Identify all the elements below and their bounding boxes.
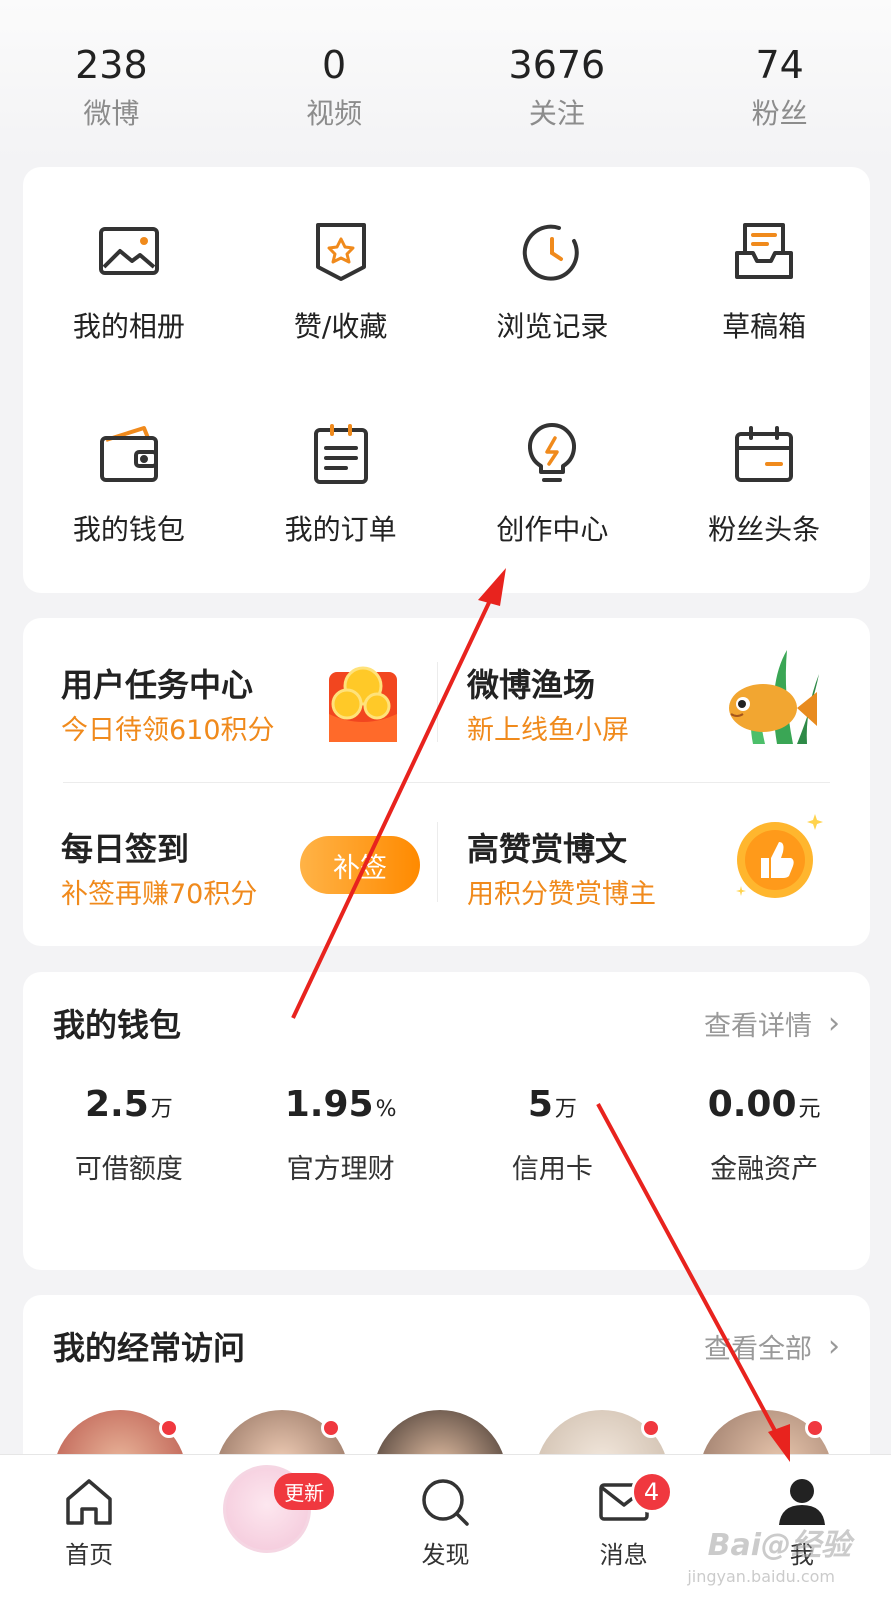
unread-dot: [805, 1418, 825, 1438]
wallet-unit: 万: [150, 1097, 173, 1122]
wallet-item-credit[interactable]: 2.5万 可借额度: [23, 1084, 235, 1186]
chevron-right-icon: ›: [828, 1329, 840, 1364]
frequent-all-label: 查看全部: [704, 1334, 812, 1365]
message-count-badge: 4: [630, 1471, 673, 1513]
task-subtitle: 用积分赞赏博主: [467, 879, 656, 910]
wallet-label: 可借额度: [74, 1154, 183, 1185]
task-title: 微博渔场: [467, 666, 596, 704]
wallet-label: 信用卡: [511, 1154, 593, 1185]
wallet-label: 官方理财: [286, 1154, 395, 1185]
orders-icon: [313, 424, 368, 484]
task-reward[interactable]: 高赞赏博文 用积分赞赏博主: [437, 782, 851, 946]
menu-label: 我的相册: [72, 310, 185, 343]
wallet-unit: 万: [554, 1097, 577, 1122]
watermark: Bai@经验: [707, 1528, 851, 1563]
tab-discover[interactable]: 发现: [356, 1455, 534, 1600]
tab-label: 发现: [421, 1541, 470, 1569]
task-subtitle: 今日待领610积分: [61, 715, 275, 746]
stat-count: 0: [322, 43, 347, 87]
profile-stats: 238 微博 0 视频 3676 关注 74 粉丝: [0, 0, 891, 160]
wallet-item-credit-card[interactable]: 5万 信用卡: [447, 1084, 659, 1186]
menu-item-orders[interactable]: 我的订单: [235, 380, 447, 583]
calendar-icon: [735, 426, 794, 482]
history-icon: [523, 224, 580, 281]
album-icon: [98, 227, 159, 275]
unread-dot: [641, 1418, 661, 1438]
stat-label: 视频: [306, 97, 363, 130]
wallet-value: 1.95: [284, 1084, 374, 1125]
menu-item-album[interactable]: 我的相册: [23, 177, 235, 380]
menu-label: 粉丝头条: [708, 513, 821, 546]
stat-weibo[interactable]: 238 微博: [0, 0, 223, 160]
wallet-value: 5: [527, 1084, 553, 1125]
frequent-visits-card: 我的经常访问 查看全部 ›: [23, 1295, 870, 1480]
watermark-url: jingyan.baidu.com: [687, 1567, 835, 1586]
frequent-title: 我的经常访问: [53, 1329, 246, 1367]
chevron-right-icon: ›: [828, 1006, 840, 1041]
search-icon: [422, 1479, 470, 1526]
task-title: 高赞赏博文: [467, 830, 628, 868]
task-title: 每日签到: [61, 830, 190, 868]
wallet-item-finance[interactable]: 1.95% 官方理财: [235, 1084, 447, 1186]
wallet-unit: 元: [798, 1097, 821, 1122]
divider: [437, 662, 438, 742]
stat-label: 粉丝: [751, 97, 808, 130]
wallet-title: 我的钱包: [53, 1006, 182, 1044]
update-badge: 更新: [274, 1473, 335, 1510]
stat-label: 微博: [83, 97, 140, 130]
makeup-checkin-button[interactable]: 补签: [300, 836, 420, 894]
task-subtitle: 新上线鱼小屏: [467, 715, 629, 746]
home-icon: [66, 1479, 112, 1525]
frequent-all-link[interactable]: 查看全部 ›: [704, 1327, 840, 1366]
wallet-unit: %: [375, 1097, 397, 1122]
menu-item-wallet[interactable]: 我的钱包: [23, 380, 235, 583]
menu-item-history[interactable]: 浏览记录: [447, 177, 659, 380]
favorite-icon: [315, 223, 366, 281]
menu-item-drafts[interactable]: 草稿箱: [658, 177, 870, 380]
unread-dot: [321, 1418, 341, 1438]
menu-label: 赞/收藏: [293, 310, 388, 343]
stat-count: 74: [755, 43, 804, 87]
task-center[interactable]: 用户任务中心 今日待领610积分: [23, 618, 437, 782]
menu-label: 草稿箱: [722, 310, 807, 343]
menu-label: 我的钱包: [72, 513, 185, 546]
tab-home[interactable]: 首页: [0, 1455, 178, 1600]
thumbs-up-coin-icon: [736, 814, 823, 898]
task-fishery[interactable]: 微博渔场 新上线鱼小屏: [437, 618, 851, 782]
menu-label: 创作中心: [496, 513, 609, 546]
stat-following[interactable]: 3676 关注: [446, 0, 669, 160]
task-title: 用户任务中心: [61, 666, 254, 704]
menu-item-favorites[interactable]: 赞/收藏: [235, 177, 447, 380]
stat-fans[interactable]: 74 粉丝: [668, 0, 891, 160]
menu-label: 浏览记录: [496, 310, 609, 343]
lightbulb-icon: [528, 422, 577, 482]
wallet-card: 我的钱包 查看详情 › 2.5万 可借额度 1.95% 官方理财 5万 信用卡 …: [23, 972, 870, 1270]
tab-label: 消息: [599, 1541, 648, 1569]
unread-dot: [159, 1418, 179, 1438]
menu-label: 我的订单: [284, 513, 397, 546]
stat-count: 3676: [508, 43, 606, 87]
wallet-details-label: 查看详情: [704, 1011, 812, 1042]
drafts-icon: [735, 223, 794, 279]
wallet-item-assets[interactable]: 0.00元 金融资产: [658, 1084, 870, 1186]
tasks-card: 用户任务中心 今日待领610积分 微博渔场 新上线鱼小屏 每日签到 补签再赚70…: [23, 618, 870, 946]
stat-video[interactable]: 0 视频: [223, 0, 446, 160]
wallet-value: 2.5: [84, 1084, 149, 1125]
fish-icon: [729, 650, 819, 744]
wallet-value: 0.00: [707, 1084, 797, 1125]
tab-label: 首页: [65, 1541, 114, 1569]
task-subtitle: 补签再赚70积分: [61, 879, 258, 910]
tab-story[interactable]: 更新: [178, 1455, 356, 1600]
wallet-icon: [99, 426, 158, 482]
menu-card: 我的相册 赞/收藏 浏览记录 草稿箱 我的钱包 我的订单 创作中心 粉丝头条: [23, 167, 870, 593]
stat-count: 238: [75, 43, 148, 87]
menu-item-fan-headline[interactable]: 粉丝头条: [658, 380, 870, 583]
wallet-details-link[interactable]: 查看详情 ›: [704, 1004, 840, 1043]
wallet-label: 金融资产: [710, 1154, 819, 1185]
coins-icon: [329, 666, 397, 742]
stat-label: 关注: [528, 97, 585, 130]
menu-item-creator-center[interactable]: 创作中心: [447, 380, 659, 583]
